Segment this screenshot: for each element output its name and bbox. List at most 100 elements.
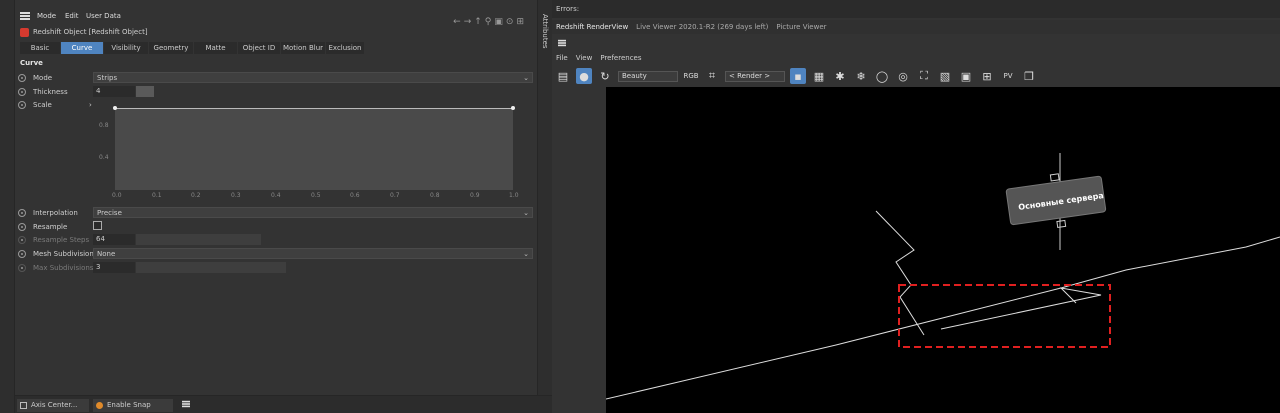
tab-curve[interactable]: Curve <box>61 42 103 54</box>
interpolation-dropdown[interactable]: Precise ⌄ <box>93 207 533 218</box>
graph-x-label: 0.5 <box>311 192 321 199</box>
resample-steps-label: Resample Steps <box>33 235 89 244</box>
animation-dot-icon[interactable] <box>18 73 26 82</box>
hatch-icon[interactable]: ▧ <box>937 68 953 84</box>
tab-object-id[interactable]: Object ID <box>238 42 280 54</box>
object-title: Redshift Object [Redshift Object] <box>33 28 148 36</box>
enable-snap-button[interactable]: Enable Snap <box>93 399 173 412</box>
snowflake-alt-icon[interactable]: ❄ <box>853 68 869 84</box>
attributes-side-tab[interactable]: Attributes <box>537 0 552 395</box>
aov-dropdown[interactable]: Beauty <box>618 70 678 82</box>
resample-checkbox[interactable] <box>93 221 102 230</box>
image-icon[interactable]: ▣ <box>958 68 974 84</box>
curve-line <box>115 108 513 109</box>
curve-point-start[interactable] <box>113 106 117 110</box>
animation-dot-icon[interactable] <box>18 222 26 231</box>
curve-point-end[interactable] <box>511 106 515 110</box>
graph-x-label: 0.1 <box>152 192 162 199</box>
circle-icon[interactable]: ◯ <box>874 68 890 84</box>
graph-x-label: 1.0 <box>509 192 519 199</box>
menu-preferences[interactable]: Preferences <box>600 54 641 62</box>
render-viewport-canvas <box>606 153 1280 400</box>
curve-graph-area[interactable] <box>115 108 513 190</box>
axis-center-button[interactable]: Axis Center... <box>17 399 89 412</box>
clapper-icon[interactable]: ▤ <box>555 68 571 84</box>
left-edge-panel <box>0 0 15 413</box>
link-icon[interactable]: ⊙ <box>506 17 517 27</box>
graph-x-label: 0.4 <box>271 192 281 199</box>
tab-matte[interactable]: Matte <box>194 42 237 54</box>
bottom-menu-icon[interactable] <box>182 400 190 408</box>
copy-icon[interactable]: ❐ <box>1021 68 1037 84</box>
up-arrow-icon[interactable]: ↑ <box>474 17 485 27</box>
animation-dot-icon[interactable] <box>18 208 26 217</box>
forward-arrow-icon[interactable]: → <box>464 17 475 27</box>
focus-icon[interactable]: ◎ <box>895 68 911 84</box>
redshift-object-icon <box>20 27 29 37</box>
region-icon[interactable]: ⛶ <box>916 68 932 84</box>
tab-exclusion[interactable]: Exclusion <box>326 42 364 54</box>
search-icon[interactable]: ⚲ <box>485 17 495 27</box>
animation-dot-icon <box>18 263 26 272</box>
mesh-subdivision-dropdown[interactable]: None ⌄ <box>93 248 533 259</box>
render-line-zigzag <box>875 210 925 336</box>
chevron-right-icon[interactable]: › <box>89 101 92 109</box>
renderview-hamburger-icon[interactable] <box>558 39 566 47</box>
render-toggle-icon[interactable]: ● <box>576 68 592 84</box>
tab-redshift-renderview[interactable]: Redshift RenderView <box>556 23 628 31</box>
mode-row: Mode <box>18 72 89 83</box>
thickness-row: Thickness <box>18 86 89 97</box>
renderview-toolbar: ▤ ● ↻ Beauty RGB ⌗ < Render > ▪ ▦ ✱ ❄ ◯ … <box>552 66 1280 86</box>
chevron-down-icon: ⌄ <box>523 250 529 258</box>
navigation-icons[interactable]: ←→↑⚲▣⊙⊞ <box>453 17 527 27</box>
menu-file[interactable]: File <box>556 54 568 62</box>
tab-picture-viewer[interactable]: Picture Viewer <box>776 23 826 31</box>
tab-visibility[interactable]: Visibility <box>104 42 148 54</box>
camera-dropdown[interactable]: < Render > <box>725 70 785 82</box>
picture-viewer-icon[interactable]: PV <box>1000 68 1016 84</box>
menu-user-data[interactable]: User Data <box>86 12 121 20</box>
resample-row: Resample <box>18 221 89 232</box>
menu-edit[interactable]: Edit <box>65 12 79 20</box>
attributes-side-tab-label: Attributes <box>541 14 549 49</box>
snap-icon <box>96 402 103 409</box>
bottom-toolbar: Axis Center... Enable Snap <box>15 395 552 413</box>
thickness-slider-track[interactable] <box>154 86 533 97</box>
menu-view[interactable]: View <box>576 54 593 62</box>
tab-live-viewer[interactable]: Live Viewer 2020.1-R2 (269 days left) <box>636 23 768 31</box>
errors-bar: Errors: <box>552 0 1280 18</box>
menu-mode[interactable]: Mode <box>37 12 56 20</box>
lock-icon[interactable]: ▣ <box>494 17 506 27</box>
mode-dropdown[interactable]: Strips ⌄ <box>93 72 533 83</box>
animation-dot-icon[interactable] <box>18 249 26 258</box>
add-snapshot-icon[interactable]: ⊞ <box>979 68 995 84</box>
back-arrow-icon[interactable]: ← <box>453 17 464 27</box>
renderview-menubar: File View Preferences <box>556 54 642 62</box>
animation-dot-icon[interactable] <box>18 87 26 96</box>
animation-dot-icon[interactable] <box>18 100 26 109</box>
lock-icon[interactable]: ▪ <box>790 68 806 84</box>
hamburger-menu-icon[interactable] <box>20 12 30 20</box>
crop-icon[interactable]: ⌗ <box>704 68 720 84</box>
axis-icon <box>20 402 27 409</box>
new-panel-icon[interactable]: ⊞ <box>516 17 527 27</box>
aov-value: Beauty <box>622 71 647 80</box>
render-viewport[interactable]: Основные сервера <box>606 87 1280 413</box>
mesh-subdivision-value: None <box>97 250 116 258</box>
refresh-icon[interactable]: ↻ <box>597 68 613 84</box>
grid-icon[interactable]: ▦ <box>811 68 827 84</box>
tab-geometry[interactable]: Geometry <box>149 42 193 54</box>
mode-label: Mode <box>33 73 53 82</box>
graph-x-label: 0.7 <box>390 192 400 199</box>
graph-x-label: 0.2 <box>191 192 201 199</box>
scale-curve-graph[interactable]: 0.8 0.4 0.0 0.1 0.2 0.3 0.4 0.5 0.6 0.7 … <box>95 104 535 204</box>
thickness-label: Thickness <box>33 87 68 96</box>
axis-center-label: Axis Center... <box>31 401 78 409</box>
thickness-input[interactable]: 4 <box>93 86 135 97</box>
snowflake-icon[interactable]: ✱ <box>832 68 848 84</box>
thickness-slider[interactable] <box>136 86 154 97</box>
rgb-channel-icon[interactable]: RGB <box>683 68 699 84</box>
mesh-subdivision-row: Mesh Subdivision <box>18 248 103 259</box>
tab-motion-blur[interactable]: Motion Blur <box>281 42 325 54</box>
tab-basic[interactable]: Basic <box>20 42 60 54</box>
